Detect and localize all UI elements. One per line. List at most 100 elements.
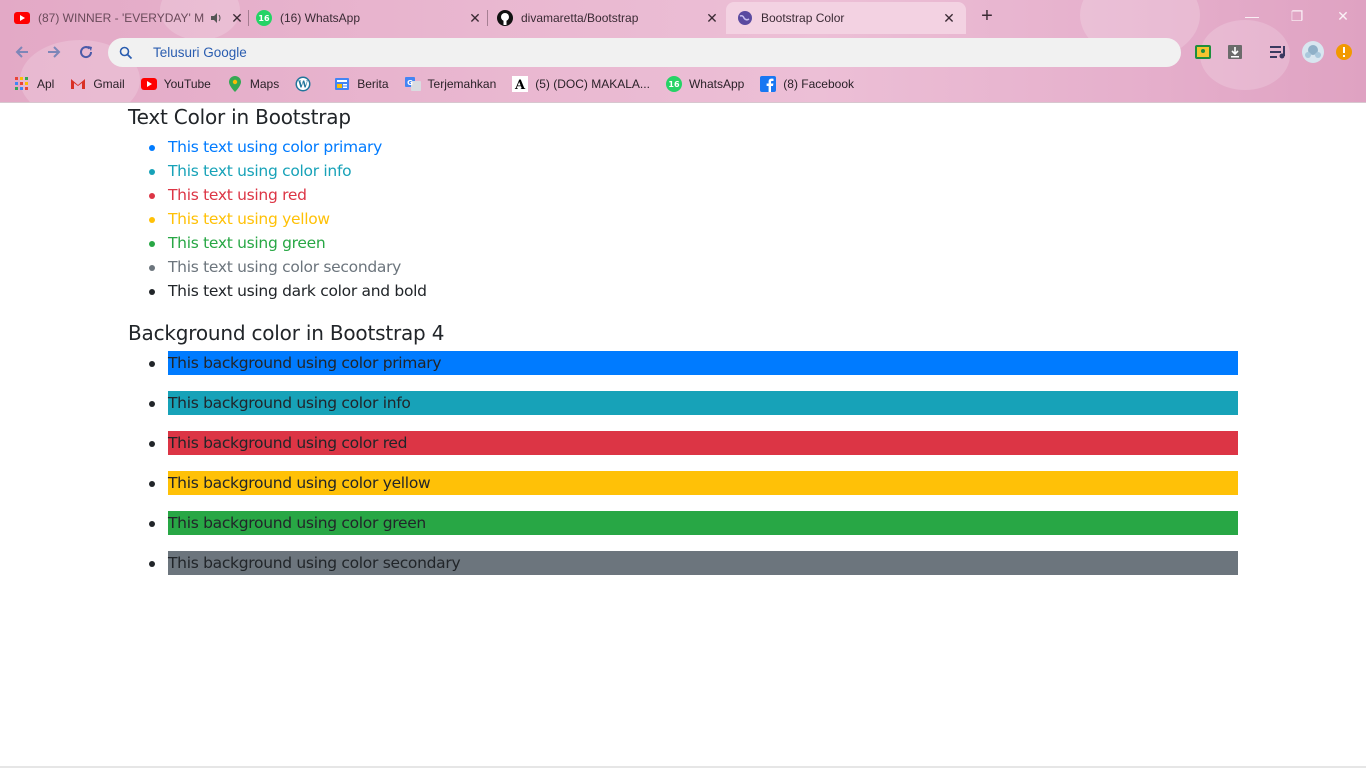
omnibox-input[interactable] <box>153 45 330 60</box>
svg-text:W: W <box>297 81 309 91</box>
page-content: Text Color in Bootstrap This text using … <box>0 103 1366 768</box>
text-item-label: This text using color info <box>168 162 352 180</box>
text-item-label: This text using green <box>168 234 326 252</box>
text-item-info: This text using color info <box>128 159 1238 183</box>
bg-band: This background using color secondary <box>168 551 1238 575</box>
gmail-icon <box>70 76 86 92</box>
close-window-icon[interactable]: ✕ <box>1333 6 1353 26</box>
bookmarks-bar: Apl Gmail YouTube Maps W Berita G Terjem… <box>0 70 1366 98</box>
minimize-icon[interactable]: — <box>1242 6 1262 26</box>
tab-bootstrap-color[interactable]: Bootstrap Color ✕ <box>726 2 966 34</box>
text-item-green: This text using green <box>128 231 1238 255</box>
bookmark-terjemahkan[interactable]: G Terjemahkan <box>404 76 497 92</box>
github-icon <box>497 10 513 26</box>
tab-youtube[interactable]: (87) WINNER - 'EVERYDAY' M ✕ <box>14 4 246 32</box>
bg-band: This background using color green <box>168 511 1238 535</box>
bookmark-whatsapp[interactable]: 16 WhatsApp <box>665 76 745 92</box>
text-color-list: This text using color primary This text … <box>128 135 1238 303</box>
new-tab-button[interactable]: + <box>976 6 998 28</box>
tab-github[interactable]: divamaretta/Bootstrap ✕ <box>497 4 721 32</box>
bg-band: This background using color red <box>168 431 1238 455</box>
svg-text:G: G <box>407 79 413 87</box>
academia-icon: A <box>512 76 529 92</box>
media-queue-icon[interactable] <box>1269 42 1289 62</box>
text-item-red: This text using red <box>128 183 1238 207</box>
bookmark-facebook[interactable]: (8) Facebook <box>760 76 854 92</box>
classroom-icon[interactable] <box>1193 42 1213 62</box>
bg-band: This background using color info <box>168 391 1238 415</box>
tab-title: (87) WINNER - 'EVERYDAY' M <box>38 11 204 25</box>
back-icon[interactable] <box>10 40 34 64</box>
close-icon[interactable]: ✕ <box>466 9 484 27</box>
tab-whatsapp[interactable]: 16 (16) WhatsApp ✕ <box>256 4 484 32</box>
whatsapp-icon: 16 <box>665 76 682 92</box>
wordpress-icon: W <box>295 76 311 92</box>
svg-text:16: 16 <box>258 14 270 23</box>
avatar[interactable] <box>1301 40 1325 64</box>
forward-icon[interactable] <box>42 40 66 64</box>
download-icon[interactable] <box>1225 42 1245 62</box>
bg-band: This background using color yellow <box>168 471 1238 495</box>
browser-chrome: (87) WINNER - 'EVERYDAY' M ✕ 16 (16) Wha… <box>0 0 1366 103</box>
text-item-yellow: This text using yellow <box>128 207 1238 231</box>
text-item-secondary: This text using color secondary <box>128 255 1238 279</box>
tab-title: divamaretta/Bootstrap <box>521 11 639 25</box>
news-icon <box>334 76 350 92</box>
text-item-label: This text using red <box>168 186 307 204</box>
bookmark-wordpress[interactable]: W <box>295 76 318 92</box>
tab-title: (16) WhatsApp <box>280 11 361 25</box>
bookmark-academia[interactable]: A (5) (DOC) MAKALA... <box>512 76 650 92</box>
bookmark-label: Maps <box>249 77 280 91</box>
maximize-icon[interactable]: ❐ <box>1287 6 1307 26</box>
youtube-icon <box>14 10 30 26</box>
translate-icon: G <box>404 76 421 92</box>
text-item-label: This text using color secondary <box>168 258 402 276</box>
bookmark-label: Apl <box>37 77 55 91</box>
bg-item-primary: This background using color primary <box>128 351 1238 391</box>
tab-title: Bootstrap Color <box>761 11 845 25</box>
text-item-primary: This text using color primary <box>128 135 1238 159</box>
bookmark-maps[interactable]: Maps <box>227 76 279 92</box>
close-icon[interactable]: ✕ <box>940 9 958 27</box>
bg-item-green: This background using color green <box>128 511 1238 551</box>
background-color-list: This background using color primary This… <box>128 351 1238 591</box>
search-icon <box>119 45 135 61</box>
close-icon[interactable]: ✕ <box>228 9 246 27</box>
globe-icon <box>737 10 753 26</box>
bg-band: This background using color primary <box>168 351 1238 375</box>
bg-item-yellow: This background using color yellow <box>128 471 1238 511</box>
close-icon[interactable]: ✕ <box>703 9 721 27</box>
apps-grid-icon <box>14 76 30 92</box>
svg-text:A: A <box>514 78 526 92</box>
bookmark-label: YouTube <box>163 77 211 91</box>
text-item-label: This text using color primary <box>168 138 382 156</box>
whatsapp-icon: 16 <box>256 10 272 26</box>
bg-item-secondary: This background using color secondary <box>128 551 1238 591</box>
background-color-heading: Background color in Bootstrap 4 <box>128 321 445 345</box>
tab-strip: (87) WINNER - 'EVERYDAY' M ✕ 16 (16) Wha… <box>0 0 1366 34</box>
text-item-dark: This text using dark color and bold <box>128 279 1238 303</box>
bg-item-red: This background using color red <box>128 431 1238 471</box>
svg-text:16: 16 <box>668 80 680 89</box>
bookmark-youtube[interactable]: YouTube <box>140 76 211 92</box>
bg-item-info: This background using color info <box>128 391 1238 431</box>
maps-icon <box>227 76 243 92</box>
bookmark-berita[interactable]: Berita <box>334 76 389 92</box>
youtube-icon <box>140 76 157 92</box>
bookmark-gmail[interactable]: Gmail <box>70 76 125 92</box>
bookmark-label: Terjemahkan <box>427 77 497 91</box>
bookmark-apps[interactable]: Apl <box>14 76 54 92</box>
bookmark-label: (8) Facebook <box>783 77 854 91</box>
reload-icon[interactable] <box>74 40 98 64</box>
bookmark-label: Berita <box>357 77 389 91</box>
bookmark-label: WhatsApp <box>688 77 745 91</box>
toolbar <box>0 34 1366 70</box>
address-bar[interactable] <box>108 38 1181 67</box>
speaker-icon[interactable] <box>208 10 224 26</box>
bookmark-label: Gmail <box>93 77 125 91</box>
update-alert-icon[interactable] <box>1334 42 1354 62</box>
text-item-label: This text using yellow <box>168 210 330 228</box>
bookmark-label: (5) (DOC) MAKALA... <box>535 77 650 91</box>
text-item-label: This text using dark color and bold <box>168 282 427 300</box>
facebook-icon <box>760 76 777 92</box>
